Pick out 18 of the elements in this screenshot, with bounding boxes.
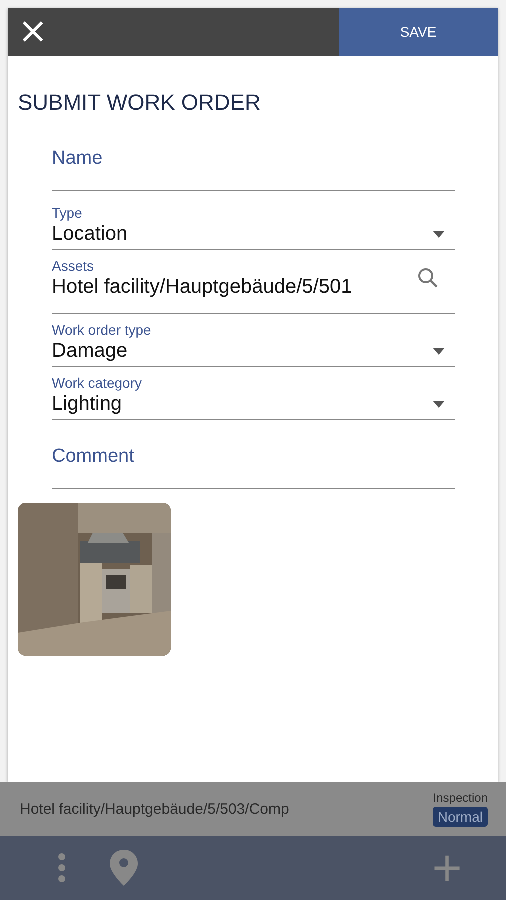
dropdown-field[interactable]: Type Location bbox=[52, 201, 455, 250]
dialog-title: SUBMIT WORK ORDER bbox=[18, 90, 261, 116]
priority-badge: Normal bbox=[432, 807, 488, 827]
input-field[interactable]: Name bbox=[52, 136, 455, 191]
caret-icon bbox=[433, 231, 445, 238]
close-button[interactable]: × bbox=[8, 8, 339, 56]
asset-path: Hotel facility/Hauptgebäude/5/503/Comp bbox=[20, 800, 290, 818]
location-pin-icon[interactable] bbox=[110, 850, 138, 886]
more-icon[interactable] bbox=[58, 853, 66, 883]
dropdown-field[interactable]: Assets Hotel facility/Hauptgebäude/5/501 bbox=[52, 254, 455, 314]
work-order-type: Inspection bbox=[433, 791, 488, 805]
caret-icon bbox=[433, 401, 445, 408]
dropdown-field[interactable]: Work category Lighting bbox=[52, 371, 455, 420]
save-button[interactable]: SAVE bbox=[339, 8, 498, 56]
input-field[interactable]: Comment bbox=[52, 434, 455, 489]
search-icon[interactable] bbox=[417, 266, 439, 288]
dropdown-field[interactable]: Work order type Damage bbox=[52, 318, 455, 367]
caret-icon bbox=[433, 348, 445, 355]
